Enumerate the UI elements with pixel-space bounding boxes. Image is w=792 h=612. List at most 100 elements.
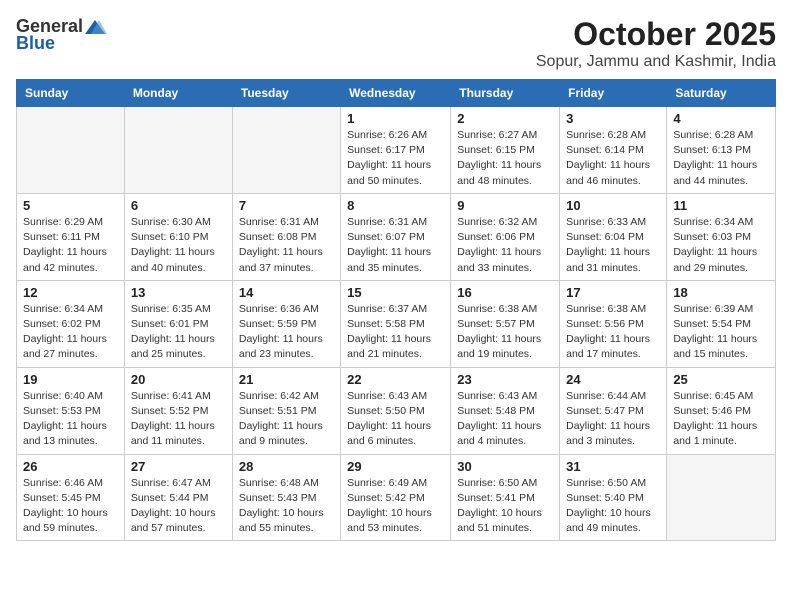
day-info: Sunrise: 6:26 AM Sunset: 6:17 PM Dayligh…	[347, 128, 444, 189]
weekday-header-saturday: Saturday	[667, 80, 776, 107]
day-number: 27	[131, 459, 226, 474]
week-row-2: 5 Sunrise: 6:29 AM Sunset: 6:11 PM Daylig…	[17, 193, 776, 280]
day-info: Sunrise: 6:29 AM Sunset: 6:11 PM Dayligh…	[23, 215, 118, 276]
weekday-header-wednesday: Wednesday	[341, 80, 451, 107]
day-info: Sunrise: 6:38 AM Sunset: 5:56 PM Dayligh…	[566, 302, 660, 363]
calendar-cell: 29Sunrise: 6:49 AM Sunset: 5:42 PM Dayli…	[341, 454, 451, 541]
day-info: Sunrise: 6:44 AM Sunset: 5:47 PM Dayligh…	[566, 389, 660, 450]
day-info: Sunrise: 6:37 AM Sunset: 5:58 PM Dayligh…	[347, 302, 444, 363]
calendar-cell: 12Sunrise: 6:34 AM Sunset: 6:02 PM Dayli…	[17, 280, 125, 367]
day-info: Sunrise: 6:50 AM Sunset: 5:40 PM Dayligh…	[566, 476, 660, 537]
weekday-header-sunday: Sunday	[17, 80, 125, 107]
day-number: 29	[347, 459, 444, 474]
day-number: 19	[23, 372, 118, 387]
day-info: Sunrise: 6:32 AM Sunset: 6:06 PM Dayligh…	[457, 215, 553, 276]
calendar-cell: 27 Sunrise: 6:47 AM Sunset: 5:44 PM Dayli…	[124, 454, 232, 541]
day-info: Sunrise: 6:27 AM Sunset: 6:15 PM Dayligh…	[457, 128, 553, 189]
calendar-cell: 3Sunrise: 6:28 AM Sunset: 6:14 PM Daylig…	[560, 107, 667, 194]
day-number: 17	[566, 285, 660, 300]
calendar-cell: 30 Sunrise: 6:50 AM Sunset: 5:41 PM Dayli…	[451, 454, 560, 541]
week-row-5: 26 Sunrise: 6:46 AM Sunset: 5:45 PM Dayli…	[17, 454, 776, 541]
day-number: 15	[347, 285, 444, 300]
day-number: 31	[566, 459, 660, 474]
weekday-header-row: SundayMondayTuesdayWednesdayThursdayFrid…	[17, 80, 776, 107]
calendar-cell: 21 Sunrise: 6:42 AM Sunset: 5:51 PM Dayli…	[232, 367, 340, 454]
calendar-cell: 9 Sunrise: 6:32 AM Sunset: 6:06 PM Daylig…	[451, 193, 560, 280]
calendar-cell: 11 Sunrise: 6:34 AM Sunset: 6:03 PM Dayli…	[667, 193, 776, 280]
calendar-cell	[17, 107, 125, 194]
location: Sopur, Jammu and Kashmir, India	[536, 53, 776, 71]
day-number: 4	[673, 111, 769, 126]
calendar-cell: 28 Sunrise: 6:48 AM Sunset: 5:43 PM Dayli…	[232, 454, 340, 541]
calendar-cell: 22Sunrise: 6:43 AM Sunset: 5:50 PM Dayli…	[341, 367, 451, 454]
calendar-cell: 20 Sunrise: 6:41 AM Sunset: 5:52 PM Dayli…	[124, 367, 232, 454]
day-info: Sunrise: 6:39 AM Sunset: 5:54 PM Dayligh…	[673, 302, 769, 363]
day-info: Sunrise: 6:45 AM Sunset: 5:46 PM Dayligh…	[673, 389, 769, 450]
day-info: Sunrise: 6:31 AM Sunset: 6:08 PM Dayligh…	[239, 215, 334, 276]
calendar-cell: 4 Sunrise: 6:28 AM Sunset: 6:13 PM Daylig…	[667, 107, 776, 194]
day-info: Sunrise: 6:33 AM Sunset: 6:04 PM Dayligh…	[566, 215, 660, 276]
day-number: 6	[131, 198, 226, 213]
day-number: 30	[457, 459, 553, 474]
day-info: Sunrise: 6:46 AM Sunset: 5:45 PM Dayligh…	[23, 476, 118, 537]
calendar-cell: 18Sunrise: 6:39 AM Sunset: 5:54 PM Dayli…	[667, 280, 776, 367]
day-number: 9	[457, 198, 553, 213]
logo-blue-text: Blue	[16, 33, 55, 54]
calendar-cell: 26 Sunrise: 6:46 AM Sunset: 5:45 PM Dayli…	[17, 454, 125, 541]
day-info: Sunrise: 6:31 AM Sunset: 6:07 PM Dayligh…	[347, 215, 444, 276]
day-number: 21	[239, 372, 334, 387]
day-info: Sunrise: 6:38 AM Sunset: 5:57 PM Dayligh…	[457, 302, 553, 363]
calendar-cell: 17 Sunrise: 6:38 AM Sunset: 5:56 PM Dayli…	[560, 280, 667, 367]
day-info: Sunrise: 6:28 AM Sunset: 6:13 PM Dayligh…	[673, 128, 769, 189]
logo: General Blue	[16, 16, 107, 54]
calendar-cell: 19Sunrise: 6:40 AM Sunset: 5:53 PM Dayli…	[17, 367, 125, 454]
day-info: Sunrise: 6:42 AM Sunset: 5:51 PM Dayligh…	[239, 389, 334, 450]
day-number: 8	[347, 198, 444, 213]
week-row-4: 19Sunrise: 6:40 AM Sunset: 5:53 PM Dayli…	[17, 367, 776, 454]
day-number: 11	[673, 198, 769, 213]
day-number: 2	[457, 111, 553, 126]
day-info: Sunrise: 6:50 AM Sunset: 5:41 PM Dayligh…	[457, 476, 553, 537]
week-row-3: 12Sunrise: 6:34 AM Sunset: 6:02 PM Dayli…	[17, 280, 776, 367]
title-block: October 2025 Sopur, Jammu and Kashmir, I…	[536, 16, 776, 71]
calendar-cell: 14Sunrise: 6:36 AM Sunset: 5:59 PM Dayli…	[232, 280, 340, 367]
calendar-cell: 15 Sunrise: 6:37 AM Sunset: 5:58 PM Dayli…	[341, 280, 451, 367]
day-number: 7	[239, 198, 334, 213]
day-number: 28	[239, 459, 334, 474]
week-row-1: 1 Sunrise: 6:26 AM Sunset: 6:17 PM Daylig…	[17, 107, 776, 194]
calendar-cell: 16 Sunrise: 6:38 AM Sunset: 5:57 PM Dayli…	[451, 280, 560, 367]
calendar-cell	[124, 107, 232, 194]
day-info: Sunrise: 6:43 AM Sunset: 5:48 PM Dayligh…	[457, 389, 553, 450]
day-info: Sunrise: 6:35 AM Sunset: 6:01 PM Dayligh…	[131, 302, 226, 363]
logo-icon	[85, 18, 107, 36]
calendar-cell: 1 Sunrise: 6:26 AM Sunset: 6:17 PM Daylig…	[341, 107, 451, 194]
day-number: 1	[347, 111, 444, 126]
day-info: Sunrise: 6:30 AM Sunset: 6:10 PM Dayligh…	[131, 215, 226, 276]
weekday-header-friday: Friday	[560, 80, 667, 107]
day-info: Sunrise: 6:43 AM Sunset: 5:50 PM Dayligh…	[347, 389, 444, 450]
day-number: 5	[23, 198, 118, 213]
calendar-cell	[232, 107, 340, 194]
day-number: 20	[131, 372, 226, 387]
day-info: Sunrise: 6:48 AM Sunset: 5:43 PM Dayligh…	[239, 476, 334, 537]
weekday-header-monday: Monday	[124, 80, 232, 107]
day-number: 3	[566, 111, 660, 126]
day-info: Sunrise: 6:47 AM Sunset: 5:44 PM Dayligh…	[131, 476, 226, 537]
day-info: Sunrise: 6:34 AM Sunset: 6:03 PM Dayligh…	[673, 215, 769, 276]
page-header: General Blue October 2025 Sopur, Jammu a…	[16, 16, 776, 71]
calendar-cell: 24 Sunrise: 6:44 AM Sunset: 5:47 PM Dayli…	[560, 367, 667, 454]
day-number: 26	[23, 459, 118, 474]
calendar-cell: 10 Sunrise: 6:33 AM Sunset: 6:04 PM Dayli…	[560, 193, 667, 280]
day-number: 24	[566, 372, 660, 387]
day-number: 14	[239, 285, 334, 300]
calendar-cell: 2 Sunrise: 6:27 AM Sunset: 6:15 PM Daylig…	[451, 107, 560, 194]
weekday-header-thursday: Thursday	[451, 80, 560, 107]
calendar-cell: 31 Sunrise: 6:50 AM Sunset: 5:40 PM Dayli…	[560, 454, 667, 541]
day-number: 13	[131, 285, 226, 300]
day-info: Sunrise: 6:41 AM Sunset: 5:52 PM Dayligh…	[131, 389, 226, 450]
day-number: 16	[457, 285, 553, 300]
day-number: 23	[457, 372, 553, 387]
calendar-cell: 5 Sunrise: 6:29 AM Sunset: 6:11 PM Daylig…	[17, 193, 125, 280]
day-number: 10	[566, 198, 660, 213]
calendar-table: SundayMondayTuesdayWednesdayThursdayFrid…	[16, 79, 776, 541]
